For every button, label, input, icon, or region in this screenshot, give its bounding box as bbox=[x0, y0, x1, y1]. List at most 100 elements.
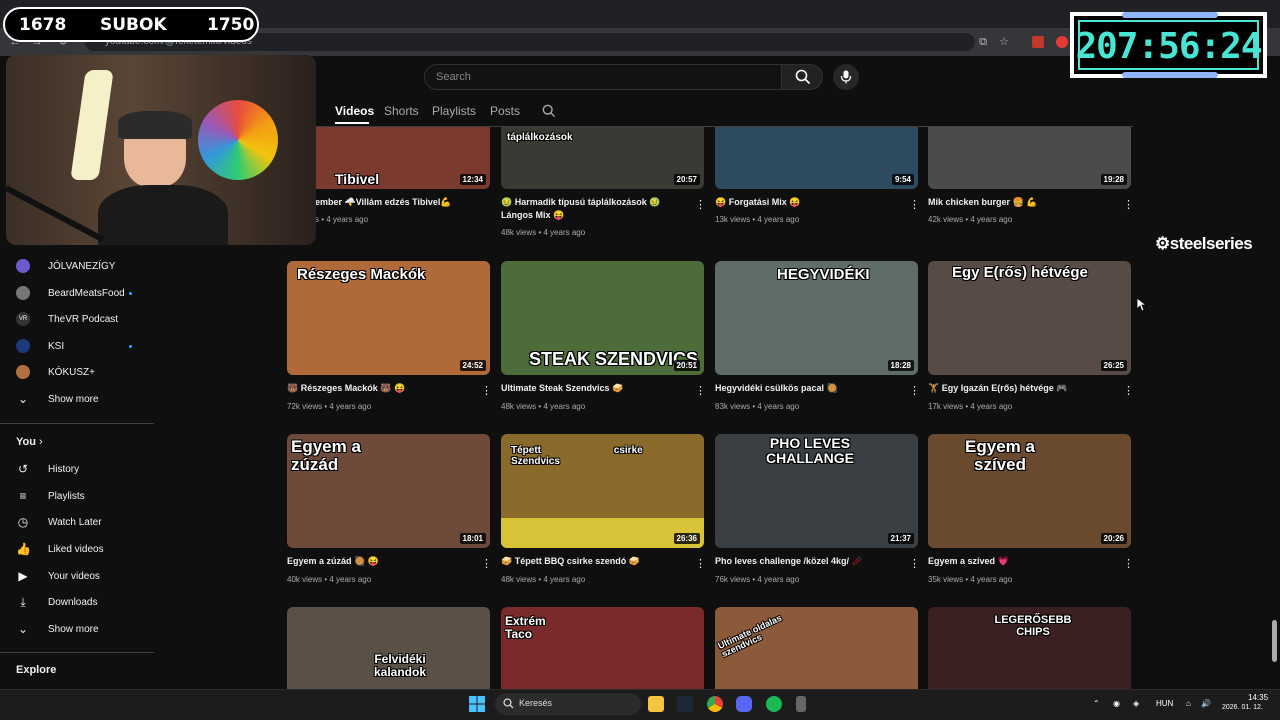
tray-discord-icon[interactable]: ◈ bbox=[1133, 699, 1139, 708]
video-thumbnail[interactable]: 9:54 bbox=[715, 127, 918, 189]
video-thumbnail[interactable]: Részeges Mackók 24:52 bbox=[287, 261, 490, 375]
video-title[interactable]: Egyem a zúzád 🥘 😝 bbox=[287, 555, 467, 568]
file-explorer-icon[interactable] bbox=[648, 696, 664, 712]
windows-start-icon[interactable] bbox=[469, 696, 485, 712]
more-options-icon[interactable]: ⋮ bbox=[909, 558, 920, 570]
video-thumbnail[interactable]: Egy E(rős) hétvége 26:25 bbox=[928, 261, 1131, 375]
video-meta: 83k views • 4 years ago bbox=[715, 402, 800, 411]
language-indicator[interactable]: HUN bbox=[1156, 699, 1173, 708]
video-thumbnail[interactable]: Tibivel 12:34 bbox=[287, 127, 490, 189]
channel-search-icon[interactable] bbox=[542, 104, 556, 118]
clock-time[interactable]: 14:35 bbox=[1248, 693, 1268, 702]
video-title[interactable]: ember 🌩️Villám edzés Tibivel💪 bbox=[315, 196, 495, 209]
video-thumbnail[interactable]: táplálkozások 20:57 bbox=[501, 127, 704, 189]
video-meta: s • 4 years ago bbox=[315, 215, 369, 224]
steelseries-logo: ⚙steelseries bbox=[1155, 234, 1253, 253]
tab-videos[interactable]: Videos bbox=[335, 104, 374, 118]
sidebar-item-liked-videos[interactable]: 👍 Liked videos bbox=[16, 541, 104, 557]
video-title[interactable]: 🏋️ Egy Igazán E(rős) hétvége 🎮 bbox=[928, 382, 1108, 395]
video-thumbnail[interactable]: Egyem a szíved 20:26 bbox=[928, 434, 1131, 548]
video-thumbnail[interactable]: HEGYVIDÉKI 18:28 bbox=[715, 261, 918, 375]
video-title[interactable]: 🤢 Harmadik típusú táplálkozások 🤢 Lángos… bbox=[501, 196, 681, 222]
more-options-icon[interactable]: ⋮ bbox=[695, 385, 706, 397]
video-thumbnail[interactable]: Felvidéki kalandok bbox=[287, 607, 490, 689]
sidebar-item-beardmeatsfood[interactable]: BeardMeatsFood bbox=[16, 285, 125, 301]
video-thumbnail[interactable]: PHO LEVES CHALLANGE 21:37 bbox=[715, 434, 918, 548]
tab-posts[interactable]: Posts bbox=[490, 104, 520, 118]
video-thumbnail[interactable]: Egyem a zúzád 18:01 bbox=[287, 434, 490, 548]
more-options-icon[interactable]: ⋮ bbox=[695, 199, 706, 211]
more-options-icon[interactable]: ⋮ bbox=[481, 558, 492, 570]
steam-icon[interactable] bbox=[677, 696, 693, 712]
microphone-app-icon[interactable] bbox=[796, 696, 806, 712]
video-thumbnail[interactable]: 19:28 bbox=[928, 127, 1131, 189]
taskbar-search[interactable]: Keresés bbox=[495, 693, 641, 715]
timer-decor-top bbox=[1122, 12, 1218, 18]
sidebar-item-playlists[interactable]: ≡ Playlists bbox=[16, 488, 84, 504]
tab-shorts[interactable]: Shorts bbox=[384, 104, 419, 118]
video-thumbnail[interactable]: Tépett csirke Szendvics 26:36 bbox=[501, 434, 704, 548]
video-title[interactable]: 😝 Forgatási Mix 😝 bbox=[715, 196, 895, 209]
timer-text: 207:56:24 bbox=[1075, 26, 1262, 67]
show-more-you[interactable]: ⌄ Show more bbox=[16, 621, 99, 637]
sidebar-item-thevr-podcast[interactable]: VR TheVR Podcast bbox=[16, 311, 118, 327]
tray-app-icon[interactable]: ◉ bbox=[1113, 699, 1120, 708]
search-button[interactable] bbox=[781, 64, 823, 90]
video-thumbnail[interactable]: LEGERŐSEBB CHIPS bbox=[928, 607, 1131, 689]
chrome-icon[interactable] bbox=[707, 696, 723, 712]
more-options-icon[interactable]: ⋮ bbox=[909, 199, 920, 211]
video-meta: 48k views • 4 years ago bbox=[501, 402, 586, 411]
clock-date[interactable]: 2026. 01. 12. bbox=[1222, 704, 1263, 711]
video-grid: Tibivel 12:34 táplálkozások 20:57 9:54 19:… bbox=[287, 127, 1133, 689]
volume-icon[interactable]: 🔊 bbox=[1201, 699, 1211, 708]
sidebar-item-history[interactable]: ↺ History bbox=[16, 461, 79, 477]
more-options-icon[interactable]: ⋮ bbox=[1123, 385, 1133, 397]
more-options-icon[interactable]: ⋮ bbox=[481, 385, 492, 397]
sidebar-item-downloads[interactable]: ⤓ Downloads bbox=[16, 594, 97, 610]
install-icon[interactable]: ⧉ bbox=[976, 35, 990, 49]
show-more-subscriptions[interactable]: ⌄ Show more bbox=[16, 391, 99, 407]
spotify-icon[interactable] bbox=[766, 696, 782, 712]
streamer-shirt bbox=[98, 185, 228, 245]
search-input[interactable]: Search bbox=[424, 64, 782, 90]
avatar bbox=[16, 286, 30, 300]
voice-search-button[interactable] bbox=[833, 64, 859, 90]
video-title[interactable]: Mik chicken burger 🍔 💪 bbox=[928, 196, 1108, 209]
video-title[interactable]: Hegyvidéki csülkös pacal 🥘 bbox=[715, 382, 895, 395]
scrollbar[interactable] bbox=[1272, 620, 1277, 662]
extension-icon[interactable] bbox=[1032, 36, 1044, 48]
video-thumbnail[interactable]: Extrém Taco bbox=[501, 607, 704, 689]
more-options-icon[interactable]: ⋮ bbox=[1123, 199, 1133, 211]
video-thumbnail[interactable]: Ultimate oldalas szendvics bbox=[715, 607, 918, 689]
video-title[interactable]: Pho leves challenge /közel 4kg/ 🥢 bbox=[715, 555, 895, 568]
extension-icon-2[interactable] bbox=[1056, 36, 1068, 48]
avatar bbox=[16, 339, 30, 353]
video-title[interactable]: Ultimate Steak Szendvics 🥪 bbox=[501, 382, 681, 395]
more-options-icon[interactable]: ⋮ bbox=[1123, 558, 1133, 570]
bookmark-star-icon[interactable]: ☆ bbox=[997, 35, 1011, 49]
more-options-icon[interactable]: ⋮ bbox=[695, 558, 706, 570]
video-meta: 40k views • 4 years ago bbox=[287, 575, 372, 584]
video-meta: 13k views • 4 years ago bbox=[715, 215, 800, 224]
timer-decor-bottom bbox=[1122, 72, 1218, 78]
chevron-down-icon: ⌄ bbox=[17, 392, 29, 406]
your-videos-icon: ▶ bbox=[18, 569, 28, 583]
sidebar-item-watch-later[interactable]: ◷ Watch Later bbox=[16, 514, 102, 530]
sidebar-item-kokusz[interactable]: KÓKUSZ+ bbox=[16, 364, 95, 380]
video-thumbnail[interactable]: Steak szendvics 20:51 bbox=[501, 261, 704, 375]
avatar: VR bbox=[16, 312, 30, 326]
new-content-dot bbox=[129, 345, 132, 348]
video-title[interactable]: Egyem a szíved 💗 bbox=[928, 555, 1108, 568]
tray-chevron-icon[interactable]: ⌃ bbox=[1093, 699, 1100, 708]
sidebar-item-ksi[interactable]: KSI bbox=[16, 338, 64, 354]
you-section-heading[interactable]: You › bbox=[16, 436, 43, 448]
sidebar-item-jolvanezigy[interactable]: JÓLVANEZÍGY bbox=[16, 258, 115, 274]
video-title[interactable]: 🐻 Részeges Mackók 🐻 😝 bbox=[287, 382, 467, 395]
more-options-icon[interactable]: ⋮ bbox=[909, 385, 920, 397]
video-title[interactable]: 🥪 Tépett BBQ csirke szendó 🥪 bbox=[501, 555, 681, 568]
network-icon[interactable]: ⌂ bbox=[1186, 699, 1191, 708]
discord-icon[interactable] bbox=[736, 696, 752, 712]
watch-later-icon: ◷ bbox=[17, 515, 29, 529]
sidebar-item-your-videos[interactable]: ▶ Your videos bbox=[16, 568, 100, 584]
tab-playlists[interactable]: Playlists bbox=[432, 104, 476, 118]
